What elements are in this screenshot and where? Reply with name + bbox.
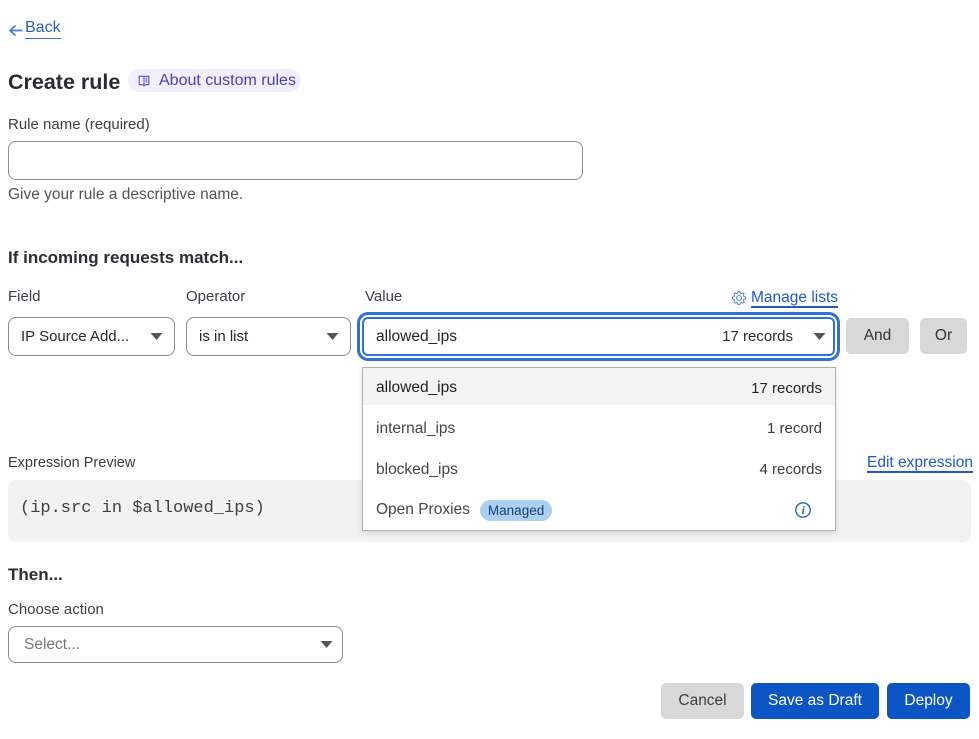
svg-text:i: i bbox=[802, 505, 806, 517]
